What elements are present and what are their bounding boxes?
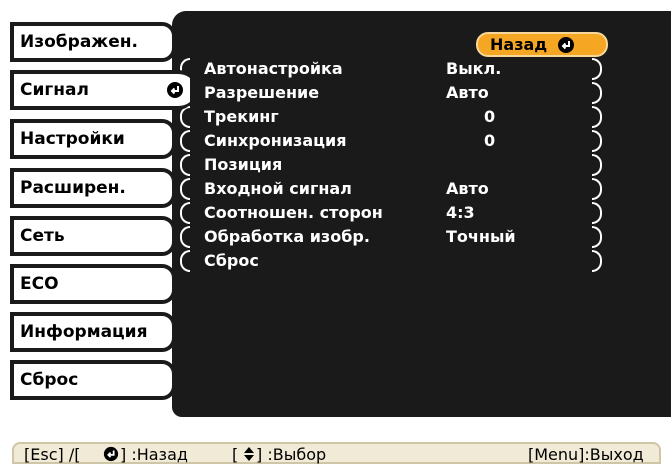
row-bracket bbox=[180, 178, 190, 200]
menu-row-position[interactable]: Позиция bbox=[180, 154, 602, 176]
tab-network[interactable]: Сеть bbox=[10, 216, 176, 256]
updown-arrow-icon bbox=[242, 446, 256, 466]
row-label: Трекинг bbox=[204, 107, 279, 126]
tab-label: Сброс bbox=[20, 370, 79, 390]
menu-row-resolution[interactable]: Разрешение Авто bbox=[180, 82, 602, 104]
tab-label: Расширен. bbox=[20, 178, 126, 198]
row-label: Синхронизация bbox=[204, 131, 347, 150]
projector-menu: Изображен. Сигнал Настройки Расширен. Се… bbox=[0, 0, 671, 464]
row-bracket bbox=[180, 130, 190, 152]
tab-label: Сигнал bbox=[20, 80, 89, 100]
tab-image[interactable]: Изображен. bbox=[10, 22, 176, 62]
row-value: Авто bbox=[446, 179, 489, 198]
menu-row-reset[interactable]: Сброс bbox=[180, 250, 602, 272]
tab-reset[interactable]: Сброс bbox=[10, 360, 176, 400]
row-bracket bbox=[592, 130, 602, 152]
row-bracket bbox=[592, 202, 602, 224]
menu-row-sync[interactable]: Синхронизация 0 bbox=[180, 130, 602, 152]
row-bracket bbox=[180, 154, 190, 176]
help-esc-prefix: [Esc] /[ bbox=[24, 445, 81, 464]
tab-label: ECO bbox=[20, 274, 59, 294]
tab-label: Сеть bbox=[20, 226, 65, 246]
enter-icon bbox=[103, 446, 119, 466]
row-value: Точный bbox=[446, 227, 516, 246]
back-button[interactable]: Назад bbox=[476, 32, 608, 57]
row-bracket bbox=[592, 58, 602, 80]
row-value: 0 bbox=[484, 131, 496, 150]
help-esc-suffix: ] :Назад bbox=[120, 445, 188, 464]
tab-signal[interactable]: Сигнал bbox=[10, 70, 200, 110]
row-bracket bbox=[180, 250, 190, 272]
enter-icon bbox=[557, 36, 575, 54]
back-button-label: Назад bbox=[490, 35, 548, 54]
row-value: 0 bbox=[484, 107, 496, 126]
menu-row-input-signal[interactable]: Входной сигнал Авто bbox=[180, 178, 602, 200]
menu-row-tracking[interactable]: Трекинг 0 bbox=[180, 106, 602, 128]
row-bracket bbox=[180, 202, 190, 224]
row-value: Выкл. bbox=[446, 59, 502, 78]
row-label: Разрешение bbox=[204, 83, 320, 102]
row-label: Соотношен. сторон bbox=[204, 203, 383, 222]
help-select-suffix: ] :Выбор bbox=[256, 445, 327, 464]
row-bracket bbox=[592, 178, 602, 200]
row-label: Позиция bbox=[204, 155, 283, 174]
tab-extended[interactable]: Расширен. bbox=[10, 168, 176, 208]
settings-panel: Назад Автонастройка Выкл. Разрешение Авт… bbox=[172, 11, 671, 417]
menu-row-processing[interactable]: Обработка изобр. Точный bbox=[180, 226, 602, 248]
row-bracket bbox=[592, 250, 602, 272]
row-bracket bbox=[180, 226, 190, 248]
row-label: Автонастройка bbox=[204, 59, 343, 78]
row-label: Обработка изобр. bbox=[204, 227, 370, 246]
row-bracket bbox=[592, 106, 602, 128]
row-bracket bbox=[592, 226, 602, 248]
help-bar: [Esc] /[ ] :Назад [ ] :Выбор [Menu]:Выхо… bbox=[12, 442, 661, 464]
enter-icon bbox=[166, 81, 184, 99]
menu-row-aspect[interactable]: Соотношен. сторон 4:3 bbox=[180, 202, 602, 224]
tab-label: Изображен. bbox=[20, 32, 138, 52]
tab-label: Информация bbox=[20, 322, 148, 342]
row-label: Сброс bbox=[204, 251, 259, 270]
tab-info[interactable]: Информация bbox=[10, 312, 176, 352]
tab-label: Настройки bbox=[20, 129, 125, 149]
row-bracket bbox=[592, 154, 602, 176]
help-exit: [Menu]:Выход bbox=[528, 445, 644, 464]
menu-row-auto-setup[interactable]: Автонастройка Выкл. bbox=[180, 58, 602, 80]
row-label: Входной сигнал bbox=[204, 179, 352, 198]
tab-eco[interactable]: ECO bbox=[10, 264, 176, 304]
row-value: Авто bbox=[446, 83, 489, 102]
row-value: 4:3 bbox=[446, 203, 475, 222]
row-bracket bbox=[592, 82, 602, 104]
tab-settings[interactable]: Настройки bbox=[10, 119, 176, 159]
help-select-prefix: [ bbox=[232, 445, 239, 464]
